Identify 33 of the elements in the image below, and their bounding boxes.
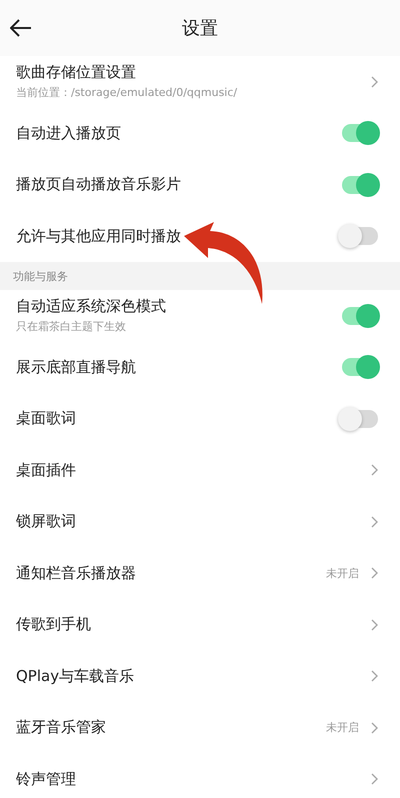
setting-label[interactable]: 展示底部直播导航 bbox=[16, 358, 342, 377]
back-icon[interactable] bbox=[10, 19, 32, 37]
setting-label[interactable]: 播放页自动播放音乐影片 bbox=[16, 175, 342, 194]
toggle-switch[interactable] bbox=[342, 176, 378, 194]
toggle-switch[interactable] bbox=[342, 124, 378, 142]
setting-value: 未开启 bbox=[326, 566, 359, 581]
setting-subtitle: 当前位置：/storage/emulated/0/qqmusic/ bbox=[16, 85, 238, 100]
setting-label[interactable]: 通知栏音乐播放器 bbox=[16, 564, 326, 583]
toggle-switch[interactable] bbox=[342, 306, 378, 325]
chevron-icon bbox=[371, 773, 378, 786]
setting-label[interactable]: 自动适应系统深色模式 bbox=[16, 297, 342, 316]
chevron-icon bbox=[371, 722, 378, 734]
setting-label[interactable]: 铃声管理 bbox=[16, 770, 371, 789]
chevron-icon bbox=[371, 567, 378, 580]
setting-label[interactable]: 锁屏歌词 bbox=[16, 512, 371, 532]
setting-label[interactable]: 传歌到手机 bbox=[16, 615, 371, 634]
setting-label[interactable]: 歌曲存储位置设置 bbox=[16, 63, 371, 82]
chevron-icon bbox=[371, 670, 378, 682]
setting-label[interactable]: QPlay与车载音乐 bbox=[16, 666, 371, 686]
chevron-icon bbox=[371, 618, 378, 631]
chevron-icon bbox=[371, 76, 378, 88]
setting-label[interactable]: 自动进入播放页 bbox=[16, 124, 342, 143]
page-title: 设置 bbox=[182, 17, 218, 40]
setting-subtitle: 只在霜茶白主题下生效 bbox=[16, 319, 127, 334]
chevron-icon bbox=[371, 464, 378, 476]
setting-label[interactable]: 桌面歌词 bbox=[16, 409, 342, 428]
chevron-icon bbox=[371, 516, 378, 528]
setting-value: 未开启 bbox=[326, 720, 359, 736]
setting-label[interactable]: 桌面插件 bbox=[16, 460, 371, 480]
toggle-switch[interactable] bbox=[342, 358, 378, 376]
section-title: 功能与服务 bbox=[0, 262, 400, 290]
setting-label[interactable]: 蓝牙音乐管家 bbox=[16, 718, 326, 738]
setting-label[interactable]: 允许与其他应用同时播放 bbox=[16, 226, 342, 246]
